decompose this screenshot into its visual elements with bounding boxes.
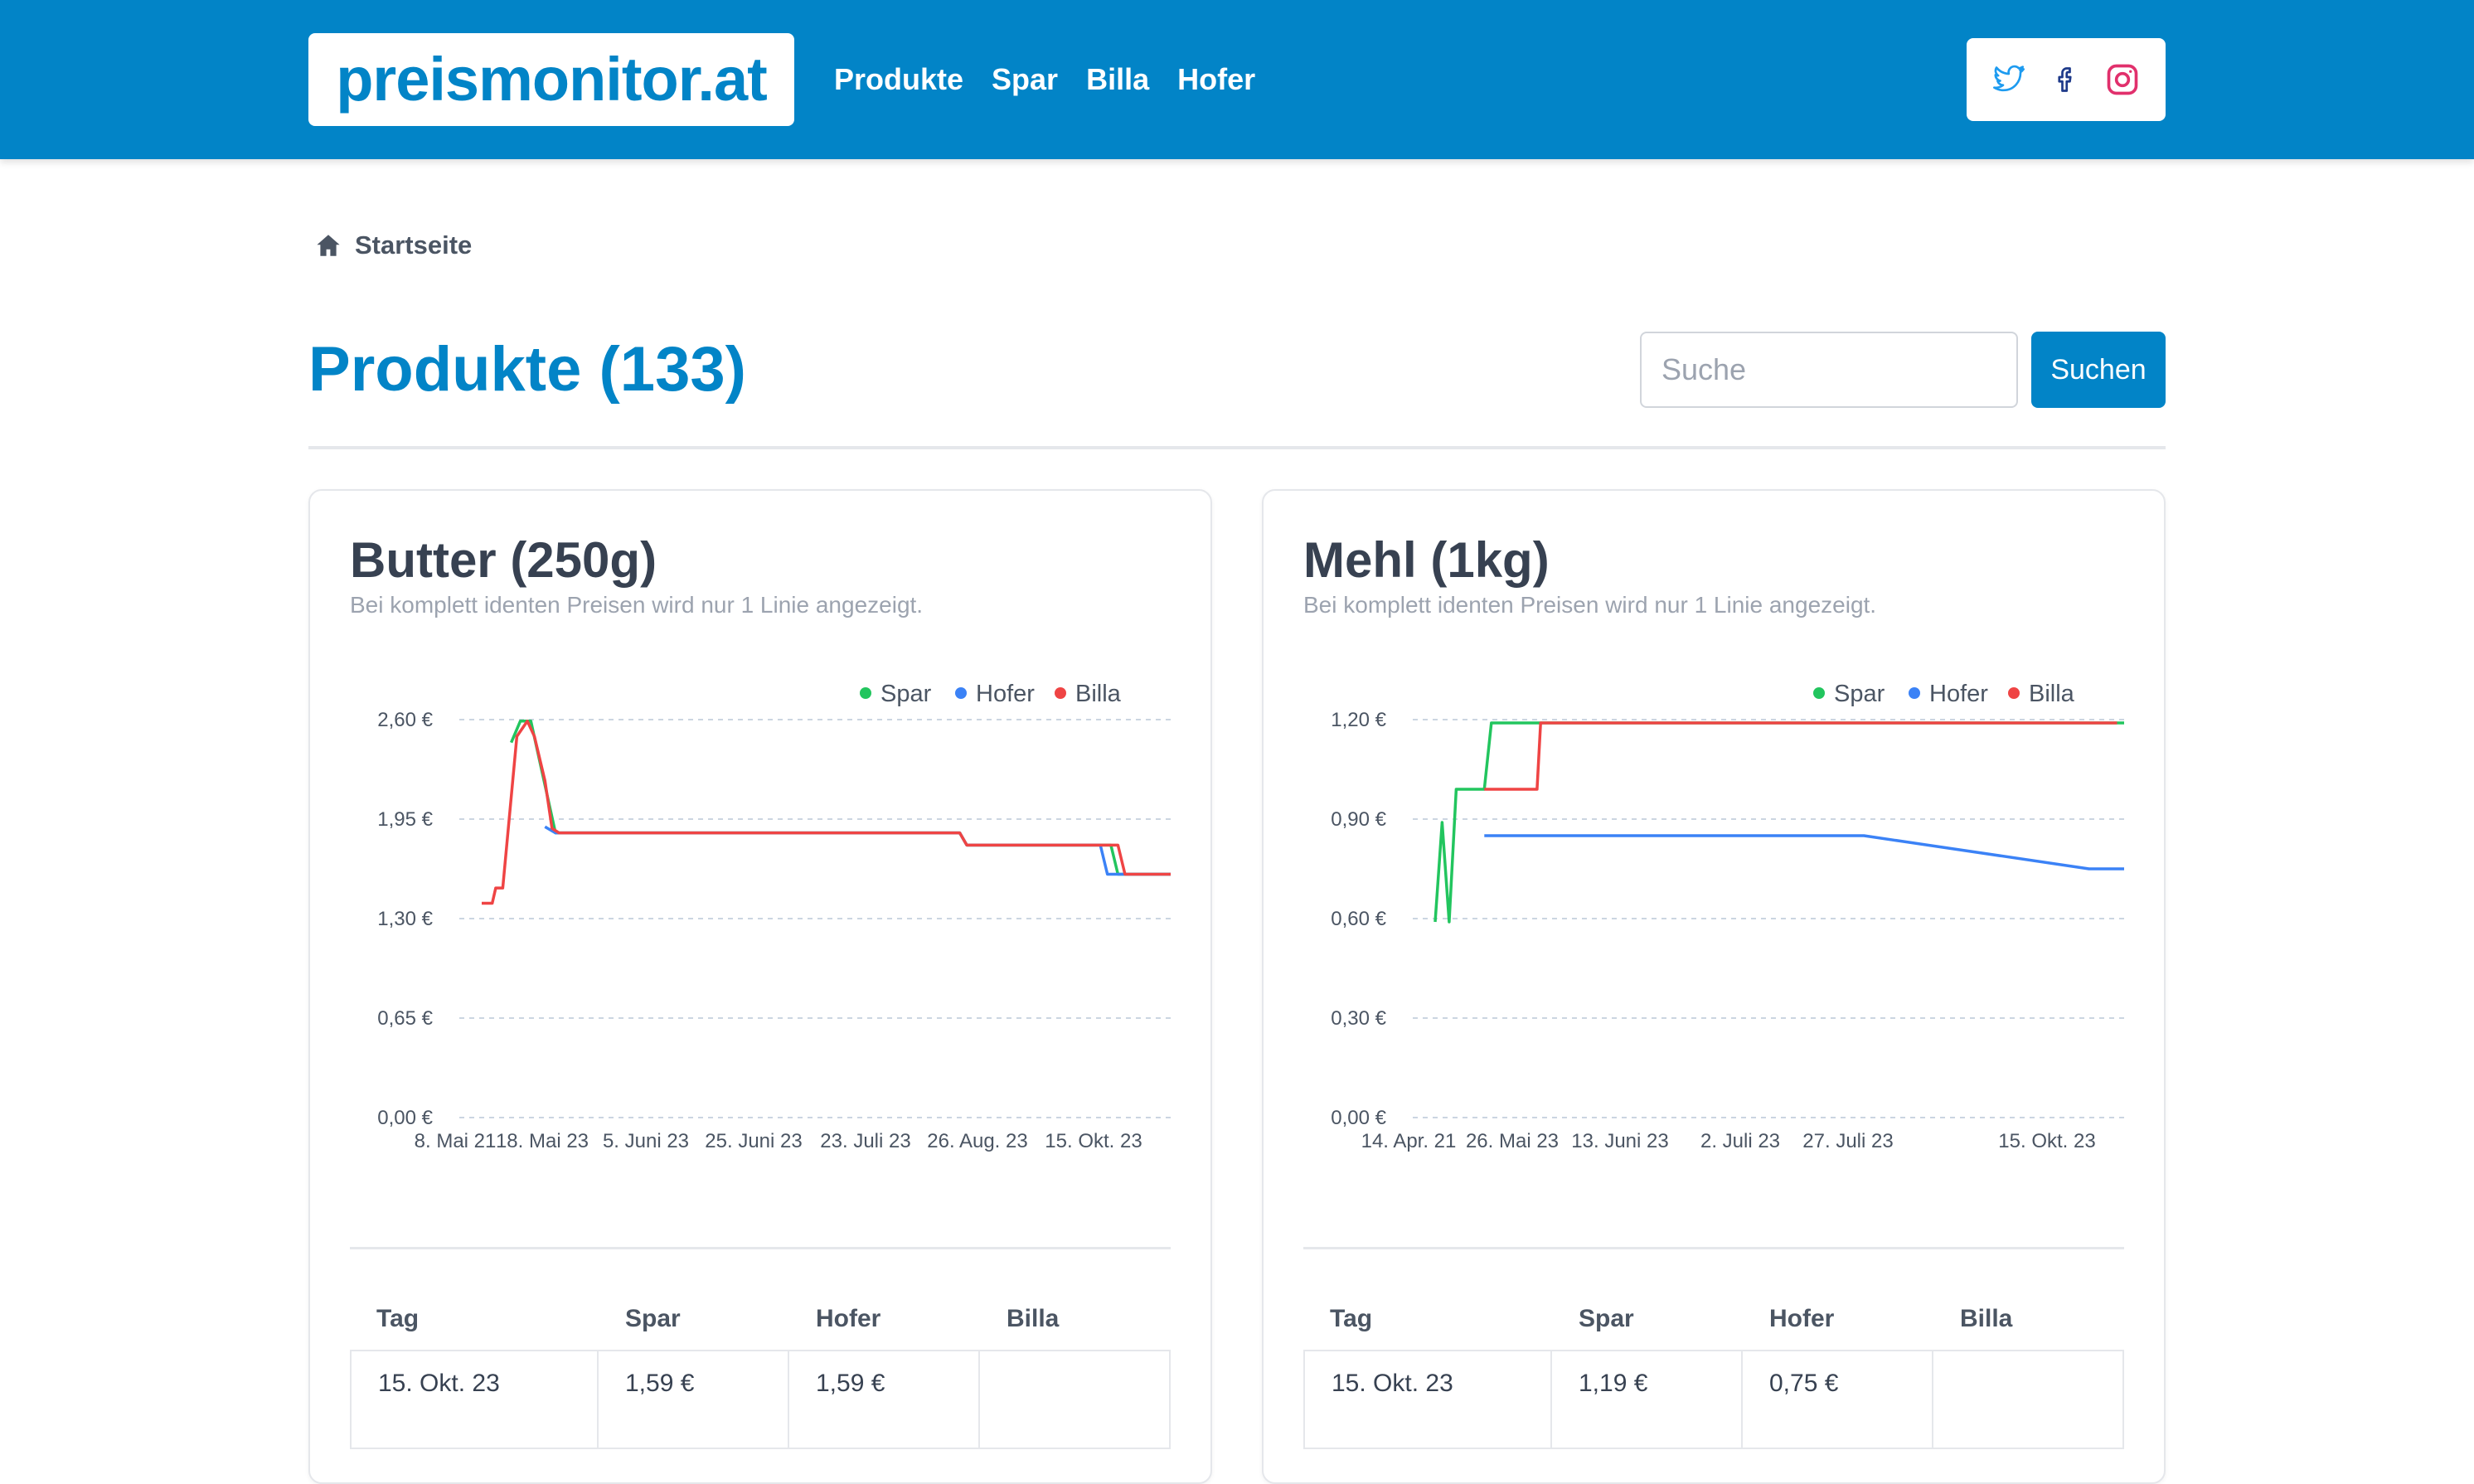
x-tick-label: 14. Apr. 21: [1361, 1130, 1457, 1152]
card-divider: [350, 1247, 1171, 1249]
site-logo[interactable]: preismonitor.at: [308, 33, 794, 126]
search-button[interactable]: Suchen: [2031, 332, 2166, 408]
price-chart-butter: 0,00 €0,65 €1,30 €1,95 €2,60 €8. Mai 21 1…: [377, 681, 1172, 1152]
y-tick-label: 0,00 €: [377, 1107, 433, 1129]
table-header-tag: Tag: [376, 1305, 420, 1332]
table-row: 15. Okt. 23 1,19 € 0,75 €: [1303, 1350, 2124, 1449]
table-header-billa: Billa: [1960, 1305, 2013, 1332]
y-tick-label: 1,95 €: [377, 808, 433, 831]
y-tick-label: 0,00 €: [1331, 1107, 1386, 1129]
table-header-hofer: Hofer: [1769, 1305, 1835, 1332]
legend-label-spar: Spar: [1834, 681, 1885, 707]
table-cell-spar: 1,59 €: [599, 1350, 789, 1449]
product-subtitle: Bei komplett identen Preisen wird nur 1 …: [1303, 592, 1877, 618]
legend-marker-hofer: [955, 687, 967, 699]
y-tick-label: 1,20 €: [1331, 709, 1386, 731]
x-tick-label: 15. Okt. 23: [1045, 1130, 1142, 1152]
product-card-mehl: Mehl (1kg) Bei komplett identen Preisen …: [1262, 489, 2166, 1484]
card-divider: [1303, 1247, 2124, 1249]
table-cell-tag: 15. Okt. 23: [1303, 1350, 1552, 1449]
x-tick-label: 26. Aug. 23: [927, 1130, 1027, 1152]
x-tick-label: 27. Juli 23: [1802, 1130, 1893, 1152]
page-title: Produkte (133): [308, 334, 746, 405]
product-card-butter: Butter (250g) Bei komplett identen Preis…: [308, 489, 1212, 1484]
table-cell-billa: [980, 1350, 1171, 1449]
breadcrumb-startseite: Startseite: [355, 230, 473, 259]
legend-marker-billa: [1055, 687, 1066, 699]
series-line-billa: [482, 720, 1171, 905]
y-tick-label: 0,65 €: [377, 1007, 433, 1030]
x-tick-label: 13. Juni 23: [1571, 1130, 1668, 1152]
series-line-billa: [1484, 721, 2117, 791]
x-tick-label: 26. Mai 23: [1466, 1130, 1559, 1152]
x-tick-label: 5. Juni 23: [603, 1130, 689, 1152]
facebook-icon[interactable]: [2047, 61, 2085, 99]
top-navigation-bar: preismonitor.at Produkte Spar Billa Hofe…: [0, 0, 2474, 159]
search-input[interactable]: [1640, 332, 2018, 408]
table-header-spar: Spar: [625, 1305, 681, 1332]
table-header-spar: Spar: [1579, 1305, 1634, 1332]
y-tick-label: 2,60 €: [377, 709, 433, 731]
legend-label-hofer: Hofer: [976, 681, 1035, 707]
x-tick-label: 8. Mai 21: [415, 1130, 497, 1152]
table-cell-hofer: 0,75 €: [1743, 1350, 1933, 1449]
table-header-hofer: Hofer: [816, 1305, 881, 1332]
table-row: 15. Okt. 23 1,59 € 1,59 €: [350, 1350, 1171, 1449]
legend-marker-spar: [1813, 687, 1825, 699]
table-header-billa: Billa: [1007, 1305, 1060, 1332]
x-tick-label: 15. Okt. 23: [1998, 1130, 2095, 1152]
nav-link-hofer[interactable]: Hofer: [1177, 62, 1255, 97]
product-title: Butter (250g): [350, 532, 657, 588]
twitter-icon[interactable]: [1991, 61, 2029, 99]
nav-link-spar[interactable]: Spar: [992, 62, 1058, 97]
nav-link-billa[interactable]: Billa: [1086, 62, 1149, 97]
series-line-spar: [509, 720, 1171, 876]
x-tick-label: 18. Mai 23: [496, 1130, 589, 1152]
x-tick-label: 25. Juni 23: [705, 1130, 802, 1152]
legend-label-billa: Billa: [2029, 681, 2075, 707]
y-tick-label: 0,60 €: [1331, 908, 1386, 930]
legend-marker-billa: [2008, 687, 2020, 699]
x-tick-label: 2. Juli 23: [1700, 1130, 1780, 1152]
legend-marker-spar: [860, 687, 871, 699]
table-cell-hofer: 1,59 €: [789, 1350, 980, 1449]
y-tick-label: 0,90 €: [1331, 808, 1386, 831]
legend-label-billa: Billa: [1075, 681, 1122, 707]
y-tick-label: 1,30 €: [377, 908, 433, 930]
breadcrumb[interactable]: Startseite: [315, 226, 472, 265]
legend-label-spar: Spar: [880, 681, 932, 707]
y-tick-label: 0,30 €: [1331, 1007, 1386, 1030]
main-nav: Produkte Spar Billa Hofer: [834, 53, 1255, 106]
home-icon: [317, 235, 340, 256]
section-divider: [308, 446, 2166, 449]
table-cell-spar: 1,19 €: [1552, 1350, 1743, 1449]
nav-link-produkte[interactable]: Produkte: [834, 62, 963, 97]
legend-marker-hofer: [1909, 687, 1920, 699]
price-chart-mehl: 0,00 € 0,30 € 0,60 € 0,90 € 1,20 € 14. Apr. 2…: [1331, 681, 2126, 1152]
legend-label-hofer: Hofer: [1929, 681, 1988, 707]
x-tick-label: 23. Juli 23: [820, 1130, 910, 1152]
series-line-hofer: [1484, 834, 2124, 871]
table-cell-tag: 15. Okt. 23: [350, 1350, 599, 1449]
table-cell-billa: [1933, 1350, 2124, 1449]
product-subtitle: Bei komplett identen Preisen wird nur 1 …: [350, 592, 924, 618]
table-header-tag: Tag: [1330, 1305, 1373, 1332]
product-title: Mehl (1kg): [1303, 532, 1550, 588]
social-links: [1967, 38, 2166, 121]
instagram-icon[interactable]: [2103, 61, 2142, 99]
